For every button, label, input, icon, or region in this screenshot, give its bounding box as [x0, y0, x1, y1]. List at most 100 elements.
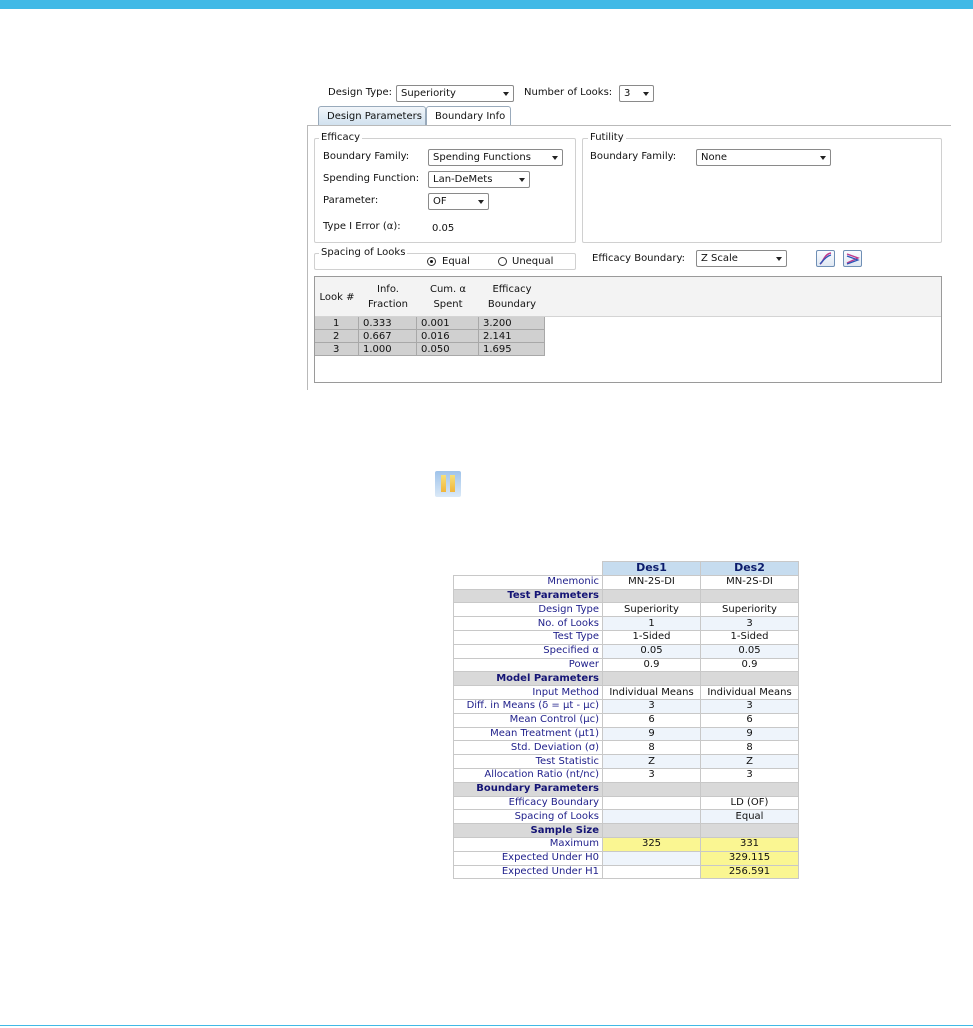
- boundary-chart-button[interactable]: [816, 250, 835, 267]
- row-value: [602, 795, 701, 811]
- table-row: No. of Looks 1 3: [453, 616, 799, 631]
- table-row: Std. Deviation (σ) 8 8: [453, 740, 799, 756]
- table-row: Power 0.9 0.9: [453, 657, 799, 673]
- row-label: Efficacy Boundary: [453, 795, 603, 811]
- row-label: Specified α: [453, 643, 603, 659]
- futility-boundary-family-value: None: [701, 152, 728, 163]
- row-value: 1: [602, 616, 701, 631]
- efficacy-group-title: Efficacy: [319, 132, 363, 144]
- table-row[interactable]: 2 0.667 0.016 2.141: [315, 330, 545, 343]
- boundary-grid: Look # Info. Fraction Cum. α Spent Effic…: [314, 276, 942, 383]
- row-value: 3: [700, 767, 799, 783]
- row-value: Superiority: [700, 602, 799, 618]
- spending-function-select[interactable]: Lan-DeMets: [428, 171, 530, 188]
- efficacy-boundary-family-select[interactable]: Spending Functions: [428, 149, 563, 166]
- table-row: Input Method Individual Means Individual M…: [453, 685, 799, 700]
- table-row: Test Statistic Z Z: [453, 754, 799, 769]
- section-fill: [700, 781, 799, 797]
- bottom-accent-line: [0, 1025, 973, 1026]
- comparison-corner: [453, 561, 603, 576]
- row-value: 8: [602, 740, 701, 756]
- chevron-down-icon: [552, 156, 558, 160]
- grid-cell: 2: [315, 330, 359, 343]
- spending-function-value: Lan-DeMets: [433, 174, 493, 185]
- table-row: Diff. in Means (δ = μt - μc) 3 3: [453, 698, 799, 714]
- spacing-unequal-radio[interactable]: [498, 257, 507, 266]
- spacing-unequal-label: Unequal: [512, 256, 554, 267]
- chevron-down-icon: [643, 92, 649, 96]
- row-value: 3: [700, 616, 799, 631]
- row-value: 6: [602, 712, 701, 728]
- row-value: 256.591: [700, 864, 799, 880]
- type1-error-value: 0.05: [432, 223, 455, 234]
- chevron-down-icon: [519, 178, 525, 182]
- section-title: Sample Size: [453, 823, 603, 838]
- tab-design-parameters[interactable]: Design Parameters: [318, 106, 426, 126]
- grid-cell: 0.333: [359, 317, 417, 330]
- row-label: Input Method: [453, 685, 603, 700]
- table-row: Mnemonic MN-2S-DI MN-2S-DI: [453, 574, 799, 590]
- efficacy-boundary-scale-label: Efficacy Boundary:: [592, 253, 686, 264]
- row-value: 8: [700, 740, 799, 756]
- row-label: Test Type: [453, 629, 603, 645]
- spacing-equal-radio[interactable]: [427, 257, 436, 266]
- row-value: MN-2S-DI: [602, 574, 701, 590]
- table-row: Expected Under H0 329.115: [453, 850, 799, 866]
- table-row[interactable]: 1 0.333 0.001 3.200: [315, 317, 545, 330]
- error-spending-chart-button[interactable]: [843, 250, 862, 267]
- futility-group-title: Futility: [588, 132, 626, 144]
- row-value: 0.9: [602, 657, 701, 673]
- spacing-equal-label: Equal: [442, 256, 470, 267]
- futility-boundary-family-select[interactable]: None: [696, 149, 831, 166]
- row-value: 9: [700, 726, 799, 742]
- row-label: Test Statistic: [453, 754, 603, 769]
- table-row: Spacing of Looks Equal: [453, 809, 799, 825]
- parameter-select[interactable]: OF: [428, 193, 489, 210]
- row-label: Allocation Ratio (nt/nc): [453, 767, 603, 783]
- tab-boundary-info[interactable]: Boundary Info: [426, 106, 511, 126]
- section-fill: [602, 781, 701, 797]
- row-label: Expected Under H1: [453, 864, 603, 880]
- row-value: 1-Sided: [602, 629, 701, 645]
- type1-error-label: Type I Error (α):: [323, 221, 401, 232]
- row-label: Expected Under H0: [453, 850, 603, 866]
- futility-boundary-family-label: Boundary Family:: [590, 151, 677, 162]
- grid-cell: 0.001: [417, 317, 479, 330]
- comparison-section-row: Model Parameters: [453, 671, 799, 687]
- comparison-section-row: Boundary Parameters: [453, 781, 799, 797]
- chevron-down-icon: [776, 257, 782, 261]
- spending-function-label: Spending Function:: [323, 173, 420, 184]
- row-value: 325: [602, 836, 701, 852]
- row-label: Std. Deviation (σ): [453, 740, 603, 756]
- grid-cell: 1.000: [359, 343, 417, 356]
- section-fill: [700, 671, 799, 687]
- grid-cell: 1.695: [479, 343, 545, 356]
- row-value: 3: [602, 698, 701, 714]
- grid-cell: 3.200: [479, 317, 545, 330]
- number-of-looks-select[interactable]: 3: [619, 85, 654, 102]
- row-value: Individual Means: [700, 685, 799, 700]
- efficacy-boundary-scale-select[interactable]: Z Scale: [696, 250, 787, 267]
- compare-designs-icon[interactable]: [434, 470, 462, 498]
- row-label: Maximum: [453, 836, 603, 852]
- comparison-header-row: Des1 Des2: [453, 561, 799, 576]
- number-of-looks-value: 3: [624, 88, 631, 99]
- grid-header-cum-alpha: Cum. α Spent: [429, 284, 466, 310]
- row-value: Individual Means: [602, 685, 701, 700]
- row-label: No. of Looks: [453, 616, 603, 631]
- table-row: Expected Under H1 256.591: [453, 864, 799, 880]
- section-fill: [700, 588, 799, 604]
- chevron-down-icon: [503, 92, 509, 96]
- table-row[interactable]: 3 1.000 0.050 1.695: [315, 343, 545, 356]
- table-row: Design Type Superiority Superiority: [453, 602, 799, 618]
- comparison-column-header[interactable]: Des2: [700, 561, 799, 576]
- row-value: Superiority: [602, 602, 701, 618]
- design-type-select[interactable]: Superiority: [396, 85, 514, 102]
- grid-header-efficacy-boundary: Efficacy Boundary: [487, 284, 537, 310]
- row-value: 329.115: [700, 850, 799, 866]
- row-value: 9: [602, 726, 701, 742]
- comparison-column-header[interactable]: Des1: [602, 561, 701, 576]
- row-label: Spacing of Looks: [453, 809, 603, 825]
- efficacy-boundary-family-label: Boundary Family:: [323, 151, 410, 162]
- comparison-section-row: Test Parameters: [453, 588, 799, 604]
